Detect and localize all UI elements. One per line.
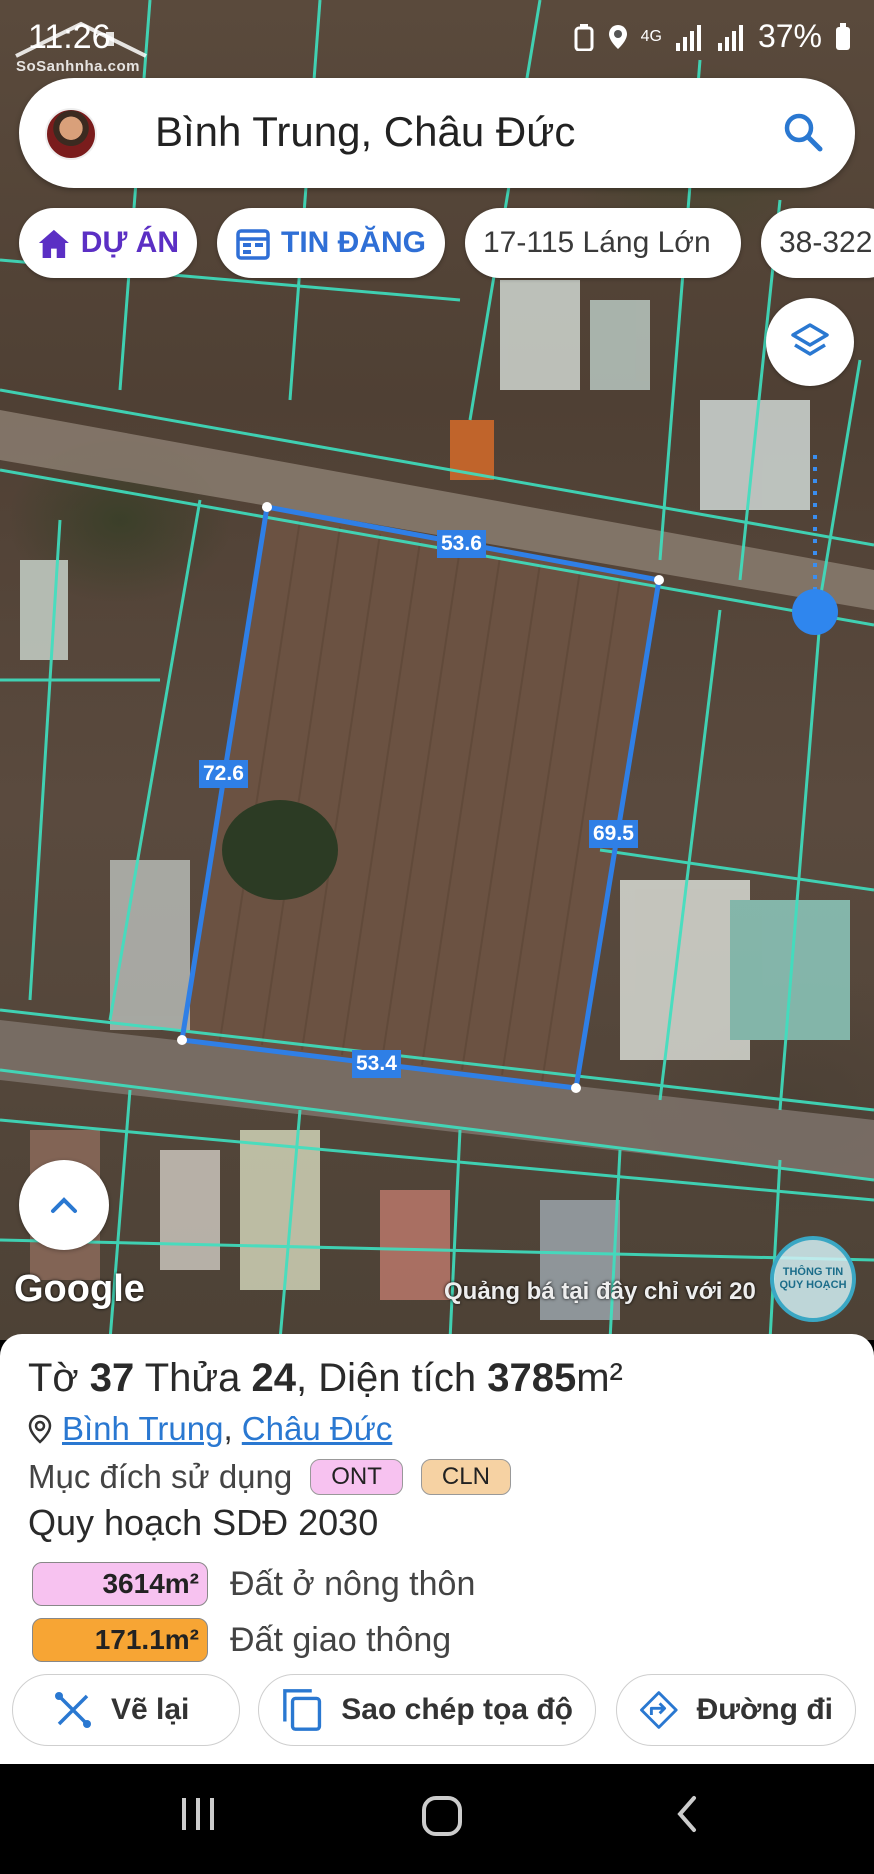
chip-du-an[interactable]: DỰ ÁN [19,208,197,278]
title-prefix: Tờ [28,1356,79,1400]
measure-bottom: 53.4 [352,1050,401,1078]
area-unit: m² [576,1356,623,1400]
ward-link[interactable]: Bình Trung [62,1410,223,1447]
home-icon [38,229,69,259]
layers-button[interactable] [766,298,854,386]
layers-icon [791,323,829,356]
plan-item-label: Đất giao thông [230,1620,452,1659]
network-type: 4G [640,27,662,45]
planning-badge-text: THÔNG TIN QUY HOẠCH [779,1266,847,1291]
plan-title: Quy hoạch SDĐ 2030 [28,1502,379,1543]
parcel-location: Bình Trung, Châu Đức [28,1410,392,1448]
battery-percent: 37% [757,18,822,54]
my-location-dot [792,589,838,635]
plan-item: 3614m² Đất ở nông thôn [32,1562,475,1606]
plan-item-area: 171.1m² [32,1618,208,1662]
directions-icon [640,1691,678,1729]
expand-up-button[interactable] [19,1160,109,1250]
watermark-logo: SoSanhnha.com [6,18,156,78]
chip-lang-lon[interactable]: 17-115 Láng Lớn [465,208,741,278]
pin-icon [28,1414,52,1444]
recent-apps-icon[interactable] [178,1794,218,1834]
search-icon[interactable] [781,110,825,154]
search-bar[interactable]: Bình Trung, Châu Đức [19,78,855,188]
area-word: , Diện tích [296,1356,477,1400]
redraw-button[interactable]: Vẽ lại [12,1674,240,1746]
home-nav-icon[interactable] [420,1794,464,1838]
ad-text[interactable]: Quảng bá tại đây chỉ với 20 [444,1278,756,1306]
plan-item: 171.1m² Đất giao thông [32,1618,451,1662]
land-use-purpose: Mục đích sử dụng ONT CLN [28,1458,511,1496]
redraw-icon [55,1692,91,1728]
district-link[interactable]: Châu Đức [242,1410,392,1447]
google-attribution: Google [14,1268,145,1310]
calendar-icon [236,229,270,260]
copy-coordinates-button[interactable]: Sao chép tọa độ [258,1674,596,1746]
map-imagery [0,0,874,1340]
plan-item-label: Đất ở nông thôn [230,1564,476,1603]
back-icon[interactable] [672,1794,702,1834]
parcel-title: Tờ 37 Thửa 24, Diện tích 3785m² [28,1356,623,1401]
redraw-label: Vẽ lại [111,1693,190,1726]
plan-item-area: 3614m² [32,1562,208,1606]
parcel-info-sheet: Tờ 37 Thửa 24, Diện tích 3785m² Bình Tru… [0,1334,874,1764]
chevron-up-icon [51,1197,77,1213]
signal-icon-2 [717,24,743,51]
sheet-number: 37 [89,1356,135,1400]
parcel-area: 3785 [487,1356,577,1400]
watermark-text: SoSanhnha.com [16,58,141,75]
planning-info-badge[interactable]: THÔNG TIN QUY HOẠCH [770,1236,856,1322]
avatar[interactable] [45,108,97,160]
purpose-badge-cln: CLN [420,1459,511,1495]
location-icon [608,24,627,49]
measure-left: 72.6 [199,760,248,788]
signal-icon [675,24,701,51]
purpose-label: Mục đích sử dụng [28,1458,293,1495]
search-query[interactable]: Bình Trung, Châu Đức [155,108,575,156]
battery-icon [836,22,850,50]
chip-tin-dang[interactable]: TIN ĐĂNG [217,208,445,278]
battery-saver-icon [574,23,594,51]
chip-label: 17-115 Láng Lớn [483,226,711,259]
location-separator: , [223,1410,233,1447]
copy-icon [283,1689,322,1731]
copy-label: Sao chép tọa độ [341,1693,573,1726]
chip-label: 38-322 [779,226,873,259]
chip-label: DỰ ÁN [80,226,179,259]
measure-top: 53.6 [437,530,486,558]
watermark-house-icon [15,21,147,58]
parcel-number: 24 [251,1356,297,1400]
directions-button[interactable]: Đường đi [616,1674,856,1746]
satellite-map[interactable]: 53.6 72.6 69.5 53.4 11:26 4G 37% SoSanhn… [0,0,874,1340]
directions-label: Đường đi [696,1693,833,1726]
system-nav-bar [0,1764,874,1874]
measure-right: 69.5 [589,820,638,848]
chip-38-322[interactable]: 38-322 [761,208,874,278]
chip-label: TIN ĐĂNG [281,226,426,259]
parcel-word: Thửa [144,1356,241,1400]
purpose-badge-ont: ONT [310,1459,403,1495]
